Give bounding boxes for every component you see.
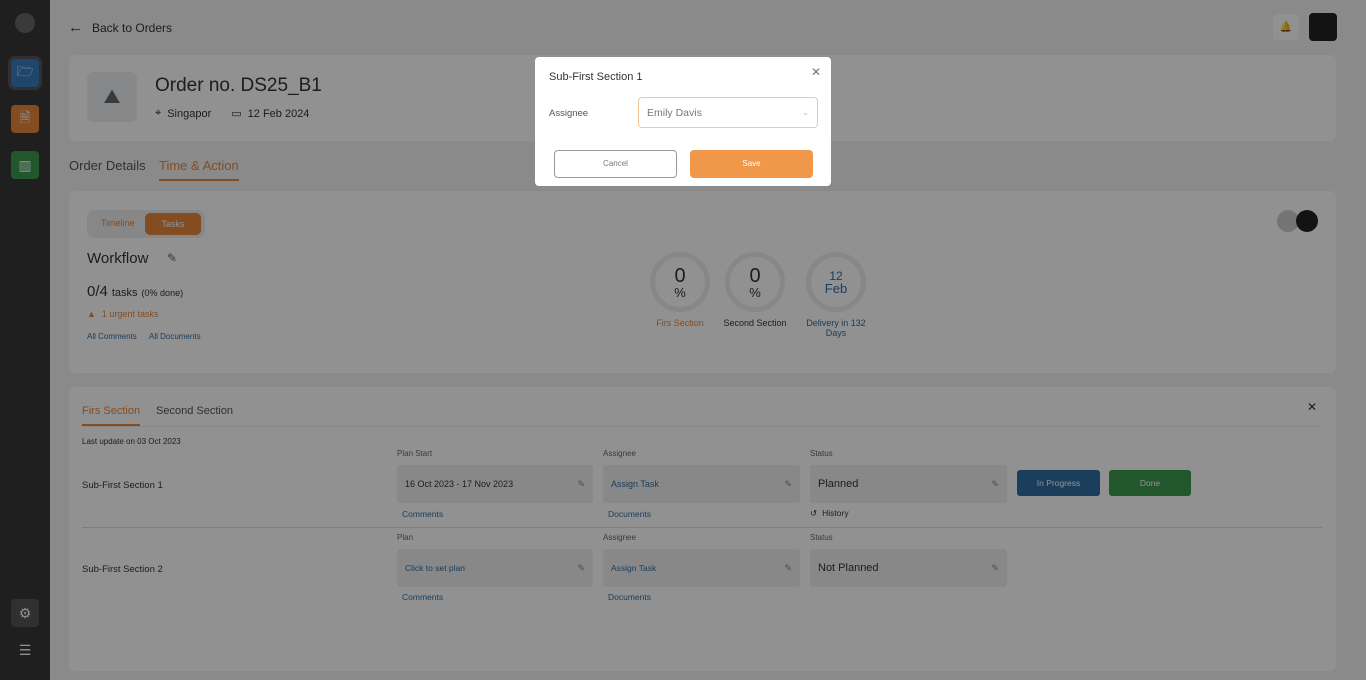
cancel-button[interactable]: Cancel — [554, 150, 677, 178]
close-icon[interactable]: ✕ — [811, 65, 821, 79]
assignee-select[interactable]: Emily Davis ⌄ — [638, 97, 818, 128]
modal-title: Sub-First Section 1 — [549, 71, 643, 83]
chevron-down-icon: ⌄ — [802, 108, 809, 117]
save-button[interactable]: Save — [690, 150, 813, 178]
assignee-modal: Sub-First Section 1 ✕ Assignee Emily Dav… — [535, 57, 831, 186]
